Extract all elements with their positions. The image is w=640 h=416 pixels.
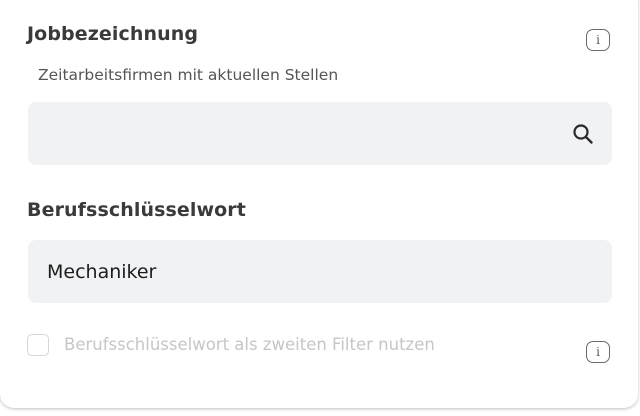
job-title-hint: Zeitarbeitsfirmen mit aktuellen Stellen xyxy=(38,66,339,84)
job-title-field xyxy=(28,102,612,165)
search-icon[interactable] xyxy=(572,123,594,145)
second-filter-label: Berufsschlüsselwort als zweiten Filter n… xyxy=(64,335,435,354)
second-filter-checkbox[interactable] xyxy=(27,334,49,356)
job-title-input[interactable] xyxy=(28,102,612,165)
keyword-field xyxy=(28,240,612,303)
keyword-input[interactable] xyxy=(28,240,612,303)
job-title-info-icon[interactable]: i xyxy=(586,29,610,51)
keyword-label: Berufsschlüsselwort xyxy=(27,199,246,221)
second-filter-info-icon[interactable]: i xyxy=(586,341,610,363)
job-title-label: Jobbezeichnung xyxy=(27,23,199,45)
